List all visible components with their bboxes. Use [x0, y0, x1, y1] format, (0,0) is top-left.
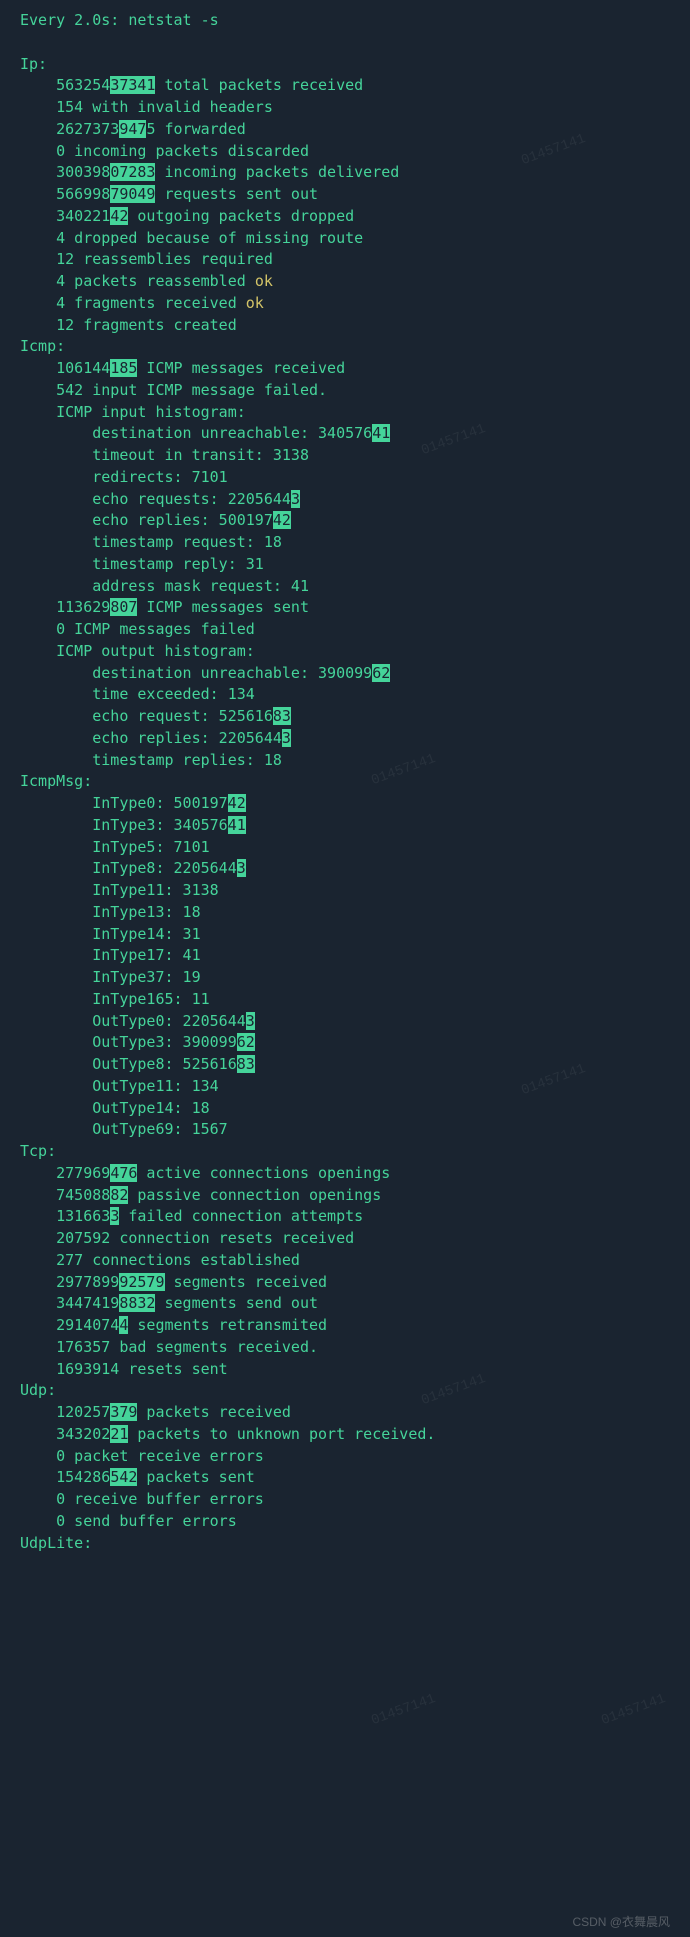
- section-icmp: Icmp:: [20, 337, 65, 355]
- terminal-output: Every 2.0s: netstat -s Ip: 56325437341 t…: [0, 0, 690, 1564]
- section-udp: Udp:: [20, 1381, 56, 1399]
- section-udplite: UdpLite:: [20, 1534, 92, 1552]
- watermark-icon: 01457141: [599, 1689, 669, 1731]
- section-ip: Ip:: [20, 55, 47, 73]
- watermark-icon: 01457141: [369, 1689, 439, 1731]
- section-tcp: Tcp:: [20, 1142, 56, 1160]
- section-icmpmsg: IcmpMsg:: [20, 772, 92, 790]
- header-line: Every 2.0s: netstat -s: [20, 11, 219, 29]
- attribution-label: CSDN @衣舞晨风: [572, 1914, 670, 1931]
